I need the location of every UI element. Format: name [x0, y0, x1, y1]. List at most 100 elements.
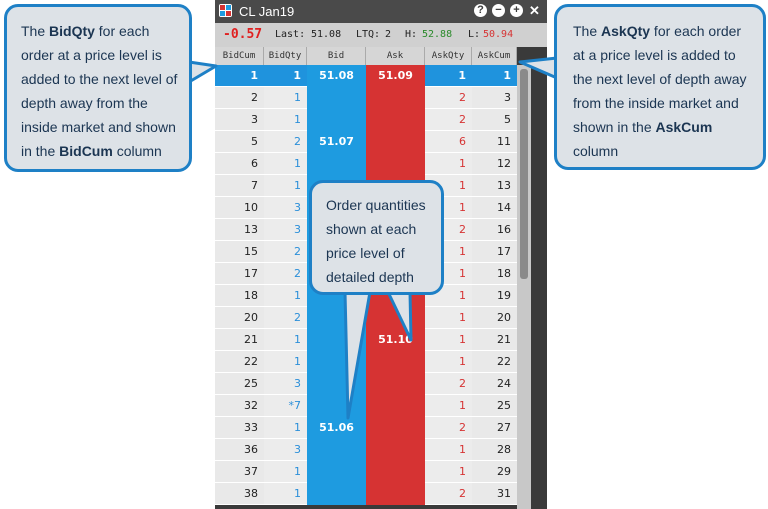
bid-cell[interactable]: 51.08 [307, 65, 366, 87]
ladder-row[interactable]: 38 1 2 31 [215, 483, 531, 505]
bidcum-cell[interactable]: 6 [215, 153, 264, 175]
bidqty-cell[interactable]: 2 [264, 131, 307, 153]
bidcum-cell[interactable]: 21 [215, 329, 264, 351]
bidcum-cell[interactable]: 20 [215, 307, 264, 329]
bidcum-cell[interactable]: 13 [215, 219, 264, 241]
ladder-row[interactable]: 25 3 2 24 [215, 373, 531, 395]
askcum-cell[interactable]: 14 [472, 197, 517, 219]
column-header-ask[interactable]: Ask [366, 47, 425, 65]
askqty-cell[interactable]: 6 [425, 131, 472, 153]
bidqty-cell[interactable]: 3 [264, 197, 307, 219]
window-titlebar[interactable]: CL Jan19 ? − + ✕ [215, 0, 547, 23]
bidcum-cell[interactable]: 22 [215, 351, 264, 373]
bidqty-cell[interactable]: 1 [264, 351, 307, 373]
askqty-cell[interactable]: 2 [425, 483, 472, 505]
askcum-cell[interactable]: 31 [472, 483, 517, 505]
askqty-cell[interactable]: 1 [425, 439, 472, 461]
askcum-cell[interactable]: 29 [472, 461, 517, 483]
bidcum-cell[interactable]: 36 [215, 439, 264, 461]
askqty-cell[interactable]: 1 [425, 351, 472, 373]
ladder-row[interactable]: 33 1 51.06 2 27 [215, 417, 531, 439]
bidcum-cell[interactable]: 33 [215, 417, 264, 439]
ladder-row[interactable]: 20 2 1 20 [215, 307, 531, 329]
bid-cell[interactable] [307, 329, 366, 351]
bidqty-cell[interactable]: 3 [264, 373, 307, 395]
askqty-cell[interactable]: 2 [425, 109, 472, 131]
askqty-cell[interactable]: 1 [425, 153, 472, 175]
ask-cell[interactable]: 51.10 [366, 329, 425, 351]
bidqty-cell[interactable]: 2 [264, 263, 307, 285]
ladder-row[interactable]: 36 3 1 28 [215, 439, 531, 461]
bid-cell[interactable] [307, 439, 366, 461]
bid-cell[interactable] [307, 395, 366, 417]
bidqty-cell[interactable]: 3 [264, 439, 307, 461]
bidcum-cell[interactable]: 3 [215, 109, 264, 131]
ask-cell[interactable] [366, 153, 425, 175]
bidcum-cell[interactable]: 7 [215, 175, 264, 197]
ask-cell[interactable] [366, 483, 425, 505]
ask-cell[interactable] [366, 131, 425, 153]
bidcum-cell[interactable]: 5 [215, 131, 264, 153]
askqty-cell[interactable]: 1 [425, 65, 472, 87]
askcum-cell[interactable]: 19 [472, 285, 517, 307]
bid-cell[interactable] [307, 109, 366, 131]
bidqty-cell[interactable]: 1 [264, 175, 307, 197]
bidqty-cell[interactable]: 2 [264, 307, 307, 329]
ladder-row[interactable]: 31 25 [215, 109, 531, 131]
askcum-cell[interactable]: 18 [472, 263, 517, 285]
bid-cell[interactable] [307, 461, 366, 483]
scrollbar-thumb[interactable] [520, 69, 528, 279]
askcum-cell[interactable]: 21 [472, 329, 517, 351]
askcum-cell[interactable]: 13 [472, 175, 517, 197]
ask-cell[interactable] [366, 87, 425, 109]
ladder-row[interactable]: 2123 [215, 87, 531, 109]
bidcum-cell[interactable]: 10 [215, 197, 264, 219]
ask-cell[interactable] [366, 109, 425, 131]
askcum-cell[interactable]: 22 [472, 351, 517, 373]
askqty-cell[interactable]: 2 [425, 87, 472, 109]
askcum-cell[interactable]: 5 [472, 109, 517, 131]
column-header-askcum[interactable]: AskCum [472, 47, 517, 65]
askcum-cell[interactable]: 27 [472, 417, 517, 439]
bidqty-cell[interactable]: 1 [264, 109, 307, 131]
bidqty-cell[interactable]: 1 [264, 483, 307, 505]
askqty-cell[interactable]: 1 [425, 307, 472, 329]
ask-cell[interactable] [366, 439, 425, 461]
bid-cell[interactable] [307, 153, 366, 175]
askcum-cell[interactable]: 16 [472, 219, 517, 241]
bidqty-cell[interactable]: 1 [264, 417, 307, 439]
bid-cell[interactable] [307, 87, 366, 109]
bidcum-cell[interactable]: 15 [215, 241, 264, 263]
bidcum-cell[interactable]: 2 [215, 87, 264, 109]
bidcum-cell[interactable]: 17 [215, 263, 264, 285]
askcum-cell[interactable]: 25 [472, 395, 517, 417]
ladder-row[interactable]: 22 1 1 22 [215, 351, 531, 373]
bidqty-cell[interactable]: 2 [264, 241, 307, 263]
ask-cell[interactable] [366, 417, 425, 439]
bidcum-cell[interactable]: 32 [215, 395, 264, 417]
bidcum-cell[interactable]: 1 [215, 65, 264, 87]
bidqty-cell[interactable]: 1 [264, 285, 307, 307]
ladder-row[interactable]: 21 1 51.10 1 21 [215, 329, 531, 351]
askcum-cell[interactable]: 1 [472, 65, 517, 87]
askcum-cell[interactable]: 20 [472, 307, 517, 329]
bidqty-cell[interactable]: 1 [264, 461, 307, 483]
bidcum-cell[interactable]: 38 [215, 483, 264, 505]
help-icon[interactable]: ? [474, 4, 487, 17]
askcum-cell[interactable]: 12 [472, 153, 517, 175]
bid-cell[interactable]: 51.07 [307, 131, 366, 153]
bid-cell[interactable] [307, 307, 366, 329]
askcum-cell[interactable]: 11 [472, 131, 517, 153]
ask-cell[interactable] [366, 373, 425, 395]
bidqty-cell[interactable]: 1 [264, 87, 307, 109]
column-header-bid[interactable]: Bid [307, 47, 366, 65]
bidqty-cell[interactable]: 1 [264, 153, 307, 175]
ask-cell[interactable]: 51.09 [366, 65, 425, 87]
ladder-row[interactable]: 6 1 1 12 [215, 153, 531, 175]
askqty-cell[interactable]: 1 [425, 461, 472, 483]
ask-cell[interactable] [366, 351, 425, 373]
bidqty-cell[interactable]: 3 [264, 219, 307, 241]
bidqty-cell[interactable]: 1 [264, 329, 307, 351]
ask-cell[interactable] [366, 307, 425, 329]
bidcum-cell[interactable]: 25 [215, 373, 264, 395]
